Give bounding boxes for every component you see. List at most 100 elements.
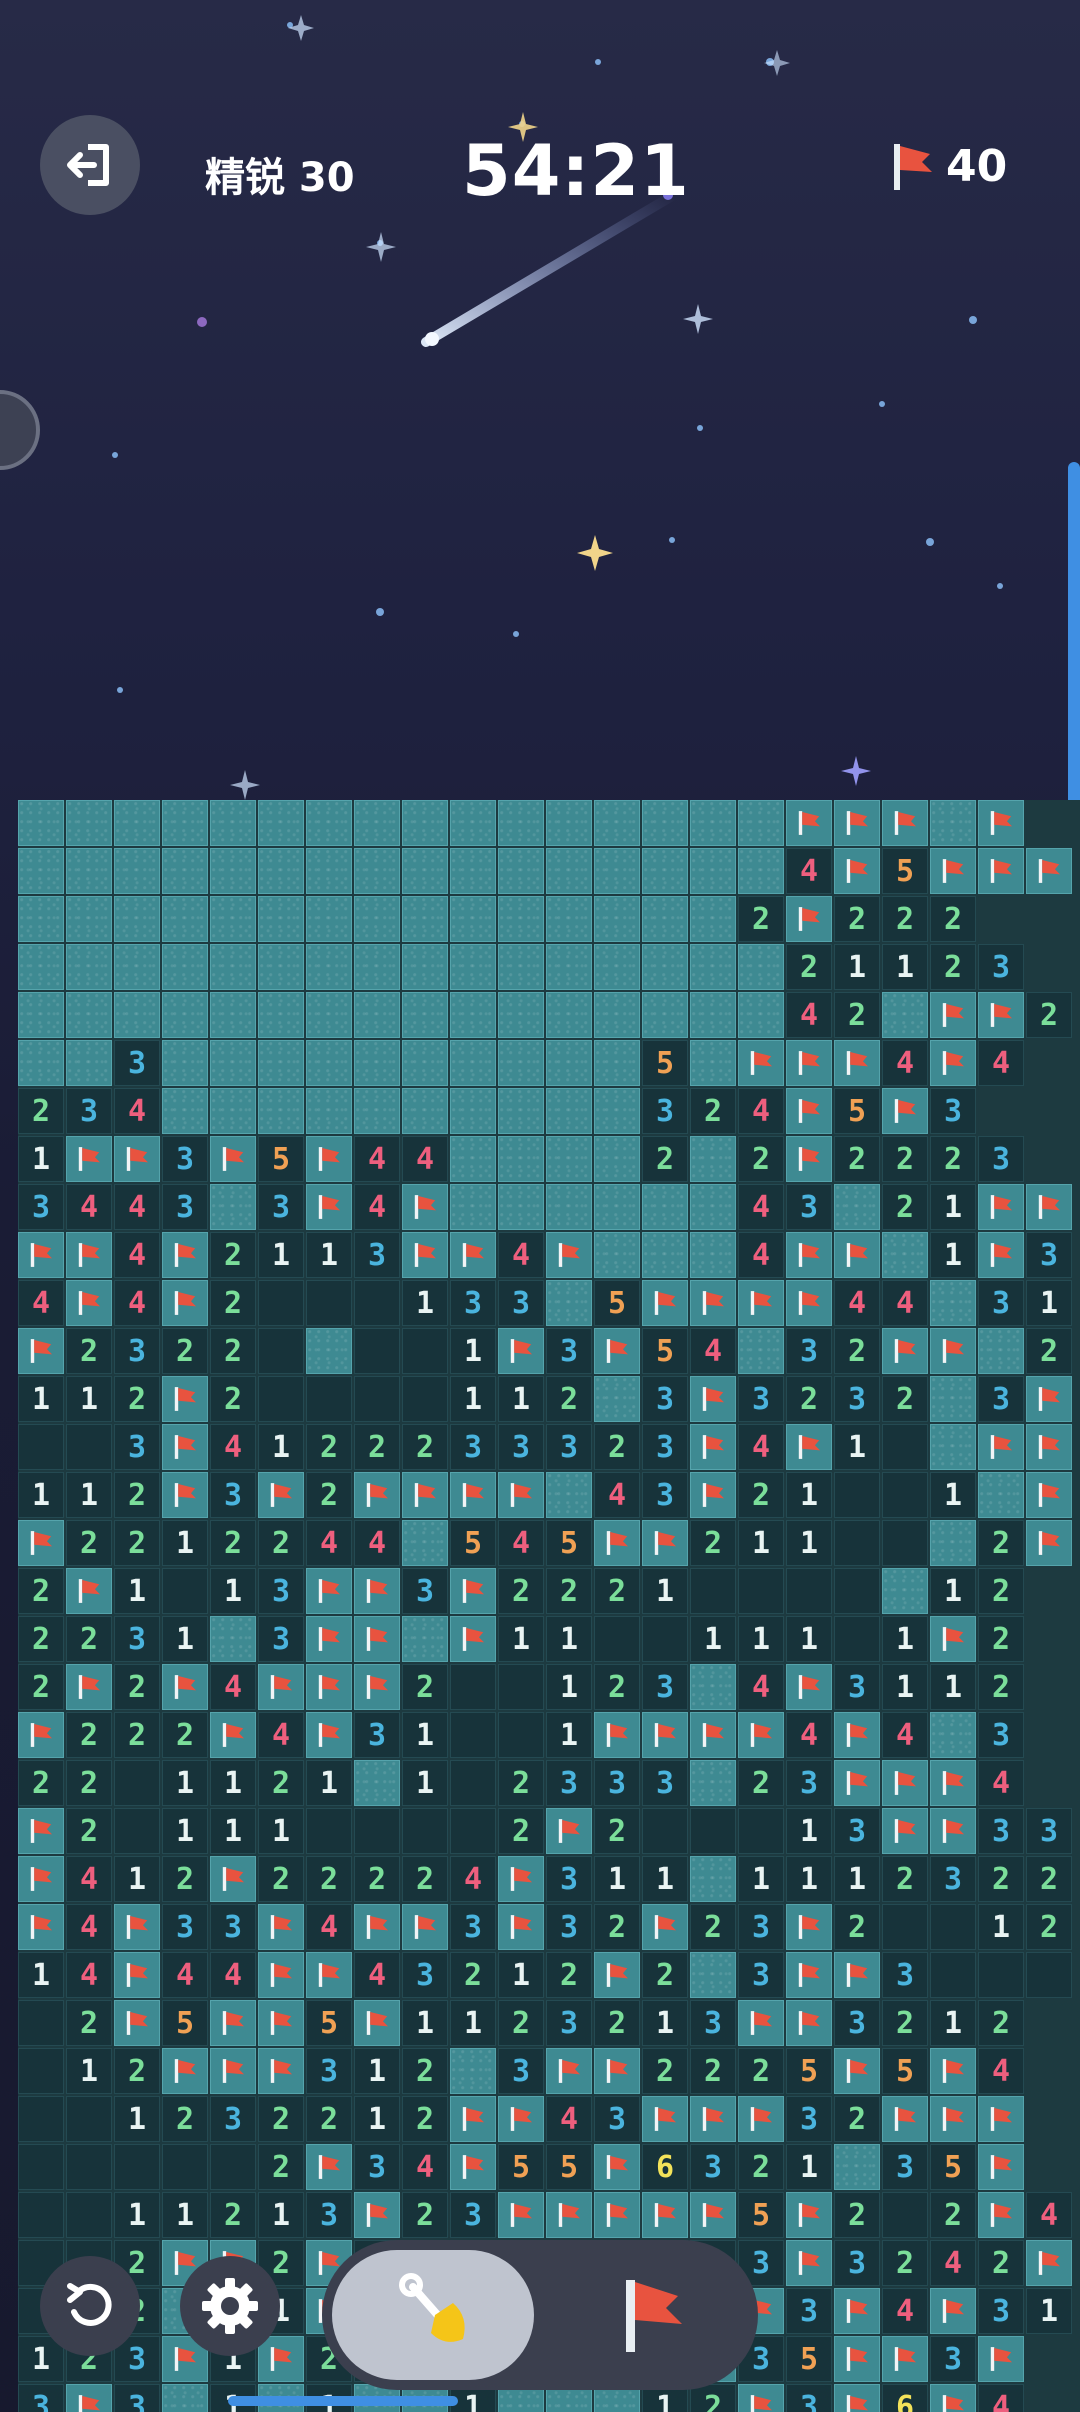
flagged-cell[interactable] — [258, 1952, 304, 1998]
covered-cell[interactable] — [642, 1232, 688, 1278]
covered-cell[interactable] — [690, 1952, 736, 1998]
revealed-number-cell[interactable]: 2 — [114, 1472, 160, 1518]
covered-cell[interactable] — [306, 896, 352, 942]
flagged-cell[interactable] — [834, 2288, 880, 2334]
revealed-empty-cell[interactable] — [642, 1808, 688, 1854]
revealed-number-cell[interactable]: 3 — [114, 1328, 160, 1374]
revealed-empty-cell[interactable] — [114, 2144, 160, 2190]
covered-cell[interactable] — [498, 1136, 544, 1182]
revealed-empty-cell[interactable] — [882, 1424, 928, 1470]
flagged-cell[interactable] — [834, 1232, 880, 1278]
revealed-number-cell[interactable]: 2 — [306, 1472, 352, 1518]
revealed-number-cell[interactable]: 3 — [978, 2288, 1024, 2334]
covered-cell[interactable] — [354, 992, 400, 1038]
flagged-cell[interactable] — [18, 1856, 64, 1902]
covered-cell[interactable] — [258, 992, 304, 1038]
flagged-cell[interactable] — [834, 2048, 880, 2094]
flagged-cell[interactable] — [882, 1328, 928, 1374]
revealed-number-cell[interactable]: 2 — [978, 1616, 1024, 1662]
revealed-number-cell[interactable]: 1 — [834, 1424, 880, 1470]
flagged-cell[interactable] — [66, 1232, 112, 1278]
revealed-empty-cell[interactable] — [930, 1904, 976, 1950]
flagged-cell[interactable] — [738, 1280, 784, 1326]
revealed-number-cell[interactable]: 2 — [834, 1904, 880, 1950]
restart-button[interactable] — [40, 2256, 140, 2356]
flagged-cell[interactable] — [642, 1904, 688, 1950]
flagged-cell[interactable] — [642, 1712, 688, 1758]
revealed-number-cell[interactable]: 2 — [306, 1424, 352, 1470]
revealed-empty-cell[interactable] — [786, 1568, 832, 1614]
covered-cell[interactable] — [498, 896, 544, 942]
revealed-number-cell[interactable]: 1 — [306, 1760, 352, 1806]
revealed-number-cell[interactable]: 4 — [738, 1232, 784, 1278]
flagged-cell[interactable] — [786, 1424, 832, 1470]
revealed-number-cell[interactable]: 1 — [258, 1424, 304, 1470]
revealed-number-cell[interactable]: 2 — [1026, 1856, 1072, 1902]
revealed-number-cell[interactable]: 2 — [738, 1136, 784, 1182]
revealed-number-cell[interactable]: 5 — [738, 2192, 784, 2238]
revealed-number-cell[interactable]: 3 — [786, 2288, 832, 2334]
flagged-cell[interactable] — [786, 800, 832, 846]
flagged-cell[interactable] — [690, 1280, 736, 1326]
flagged-cell[interactable] — [834, 1712, 880, 1758]
covered-cell[interactable] — [114, 896, 160, 942]
revealed-empty-cell[interactable] — [834, 1472, 880, 1518]
covered-cell[interactable] — [210, 1616, 256, 1662]
flagged-cell[interactable] — [786, 1232, 832, 1278]
covered-cell[interactable] — [66, 896, 112, 942]
revealed-number-cell[interactable]: 5 — [786, 2048, 832, 2094]
flagged-cell[interactable] — [930, 1616, 976, 1662]
revealed-empty-cell[interactable] — [66, 2144, 112, 2190]
flagged-cell[interactable] — [690, 1376, 736, 1422]
revealed-number-cell[interactable]: 2 — [210, 1232, 256, 1278]
revealed-number-cell[interactable]: 4 — [1026, 2192, 1072, 2238]
covered-cell[interactable] — [594, 896, 640, 942]
covered-cell[interactable] — [450, 1136, 496, 1182]
covered-cell[interactable] — [642, 944, 688, 990]
covered-cell[interactable] — [18, 944, 64, 990]
flagged-cell[interactable] — [978, 2336, 1024, 2382]
covered-cell[interactable] — [450, 896, 496, 942]
revealed-number-cell[interactable]: 3 — [930, 1856, 976, 1902]
covered-cell[interactable] — [258, 944, 304, 990]
covered-cell[interactable] — [930, 1376, 976, 1422]
revealed-number-cell[interactable]: 4 — [930, 2240, 976, 2286]
revealed-number-cell[interactable]: 5 — [306, 2000, 352, 2046]
covered-cell[interactable] — [162, 2384, 208, 2412]
revealed-number-cell[interactable]: 4 — [66, 1904, 112, 1950]
covered-cell[interactable] — [66, 992, 112, 1038]
revealed-number-cell[interactable]: 1 — [738, 1616, 784, 1662]
covered-cell[interactable] — [354, 848, 400, 894]
covered-cell[interactable] — [306, 1328, 352, 1374]
revealed-number-cell[interactable]: 2 — [402, 1856, 448, 1902]
covered-cell[interactable] — [66, 848, 112, 894]
revealed-number-cell[interactable]: 3 — [978, 1376, 1024, 1422]
revealed-number-cell[interactable]: 2 — [1026, 1328, 1072, 1374]
revealed-number-cell[interactable]: 2 — [834, 896, 880, 942]
revealed-number-cell[interactable]: 3 — [594, 1760, 640, 1806]
covered-cell[interactable] — [690, 800, 736, 846]
revealed-number-cell[interactable]: 2 — [594, 1808, 640, 1854]
covered-cell[interactable] — [210, 896, 256, 942]
covered-cell[interactable] — [66, 944, 112, 990]
revealed-number-cell[interactable]: 3 — [354, 1232, 400, 1278]
flagged-cell[interactable] — [690, 2096, 736, 2142]
flagged-cell[interactable] — [306, 1184, 352, 1230]
revealed-number-cell[interactable]: 1 — [402, 1760, 448, 1806]
revealed-number-cell[interactable]: 2 — [738, 896, 784, 942]
covered-cell[interactable] — [498, 1040, 544, 1086]
revealed-number-cell[interactable]: 2 — [354, 1856, 400, 1902]
revealed-number-cell[interactable]: 3 — [114, 1424, 160, 1470]
revealed-number-cell[interactable]: 2 — [498, 1568, 544, 1614]
revealed-number-cell[interactable]: 1 — [18, 1952, 64, 1998]
revealed-empty-cell[interactable] — [114, 1760, 160, 1806]
covered-cell[interactable] — [738, 800, 784, 846]
covered-cell[interactable] — [162, 896, 208, 942]
revealed-empty-cell[interactable] — [258, 1376, 304, 1422]
covered-cell[interactable] — [642, 848, 688, 894]
covered-cell[interactable] — [162, 944, 208, 990]
revealed-number-cell[interactable]: 3 — [738, 1952, 784, 1998]
revealed-empty-cell[interactable] — [834, 1568, 880, 1614]
covered-cell[interactable] — [978, 1472, 1024, 1518]
revealed-empty-cell[interactable] — [450, 1664, 496, 1710]
